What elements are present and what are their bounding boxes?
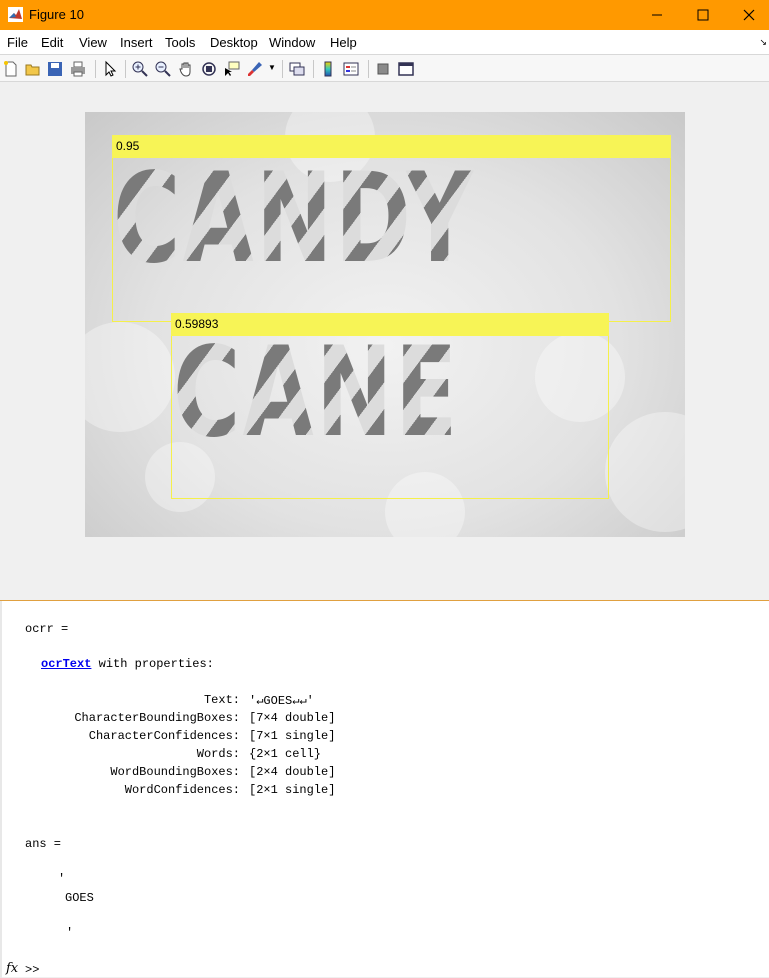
prop-name-character-confidences: CharacterConfidences: (88, 729, 240, 743)
edit-plot-icon[interactable] (101, 60, 119, 78)
menu-bar: File Edit View Insert Tools Desktop Wind… (0, 30, 769, 54)
close-icon (743, 9, 755, 21)
menu-window[interactable]: Window (269, 35, 315, 50)
matlab-logo-icon (8, 7, 23, 22)
prop-value-words: {2×1 cell} (249, 747, 322, 761)
menu-help[interactable]: Help (330, 35, 357, 50)
window-title: Figure 10 (29, 7, 84, 22)
maximize-icon (697, 9, 709, 21)
title-bar: Figure 10 (0, 0, 769, 30)
insert-legend-icon[interactable] (342, 60, 360, 78)
maximize-button[interactable] (680, 0, 726, 30)
command-prompt[interactable]: >> (25, 963, 39, 977)
prop-name-words: Words: (196, 747, 240, 761)
menu-edit[interactable]: Edit (41, 35, 63, 50)
output-var-ans: ans = (25, 837, 62, 851)
prop-name-text: Text: (203, 693, 240, 707)
minimize-button[interactable] (634, 0, 680, 30)
menu-tools[interactable]: Tools (165, 35, 195, 50)
toolbar-separator (313, 60, 314, 78)
menu-file[interactable]: File (7, 35, 28, 50)
print-figure-icon[interactable] (69, 60, 87, 78)
toolbar-separator (95, 60, 96, 78)
data-cursor-icon[interactable] (223, 60, 241, 78)
command-window[interactable]: ocrr = ocrText with properties: Text: '↵… (0, 600, 769, 978)
insert-colorbar-icon[interactable] (319, 60, 337, 78)
bokeh-circle (605, 412, 685, 532)
function-browser-icon[interactable]: fx (6, 961, 18, 976)
close-button[interactable] (726, 0, 769, 30)
minimize-icon (652, 14, 662, 16)
open-file-icon[interactable] (24, 60, 42, 78)
ocrtext-class-link[interactable]: ocrText (41, 657, 91, 671)
prop-name-character-bounding-boxes: CharacterBoundingBoxes: (74, 711, 240, 725)
output-var-ocrr: ocrr = (25, 622, 69, 636)
prop-value-word-confidences: [2×1 single] (249, 783, 336, 797)
brush-dropdown-icon[interactable]: ▼ (268, 63, 276, 72)
prop-name-word-confidences: WordConfidences: (124, 783, 240, 797)
figure-toolbar: ▼ (0, 54, 769, 82)
zoom-out-icon[interactable] (154, 60, 172, 78)
new-figure-icon[interactable] (2, 60, 20, 78)
menu-insert[interactable]: Insert (120, 35, 153, 50)
prop-value-character-bounding-boxes: [7×4 double] (249, 711, 336, 725)
link-plot-icon[interactable] (288, 60, 306, 78)
toolbar-separator (125, 60, 126, 78)
ans-quote-open: ' (58, 872, 66, 886)
prop-value-word-bounding-boxes: [2×4 double] (249, 765, 336, 779)
pan-icon[interactable] (177, 60, 195, 78)
zoom-in-icon[interactable] (131, 60, 149, 78)
bokeh-circle (85, 322, 175, 432)
show-plot-tools-icon[interactable] (397, 60, 415, 78)
figure-canvas: CANDY CANE 0.95 0.59893 (0, 82, 769, 600)
hide-plot-tools-icon[interactable] (374, 60, 392, 78)
prop-value-text: '↵GOES↵↵' (249, 694, 314, 708)
dock-arrow-icon[interactable]: ↘ (759, 37, 767, 48)
toolbar-separator (368, 60, 369, 78)
with-properties-text: with properties: (91, 657, 214, 671)
ans-quote-close: ' (66, 926, 74, 940)
ans-text: GOES (65, 891, 94, 905)
brush-icon[interactable] (246, 60, 264, 78)
detection-label-candy: 0.95 (112, 135, 671, 158)
prop-name-word-bounding-boxes: WordBoundingBoxes: (110, 765, 240, 779)
menu-desktop[interactable]: Desktop (210, 35, 258, 50)
prop-value-character-confidences: [7×1 single] (249, 729, 336, 743)
rotate-3d-icon[interactable] (200, 60, 218, 78)
toolbar-separator (282, 60, 283, 78)
ocr-result-image: CANDY CANE 0.95 0.59893 (85, 112, 685, 537)
detection-label-cane: 0.59893 (171, 313, 609, 336)
save-figure-icon[interactable] (46, 60, 64, 78)
detection-box-candy (112, 135, 671, 322)
output-class-line: ocrText with properties: (41, 657, 214, 671)
menu-view[interactable]: View (79, 35, 107, 50)
detection-box-cane (171, 313, 609, 499)
